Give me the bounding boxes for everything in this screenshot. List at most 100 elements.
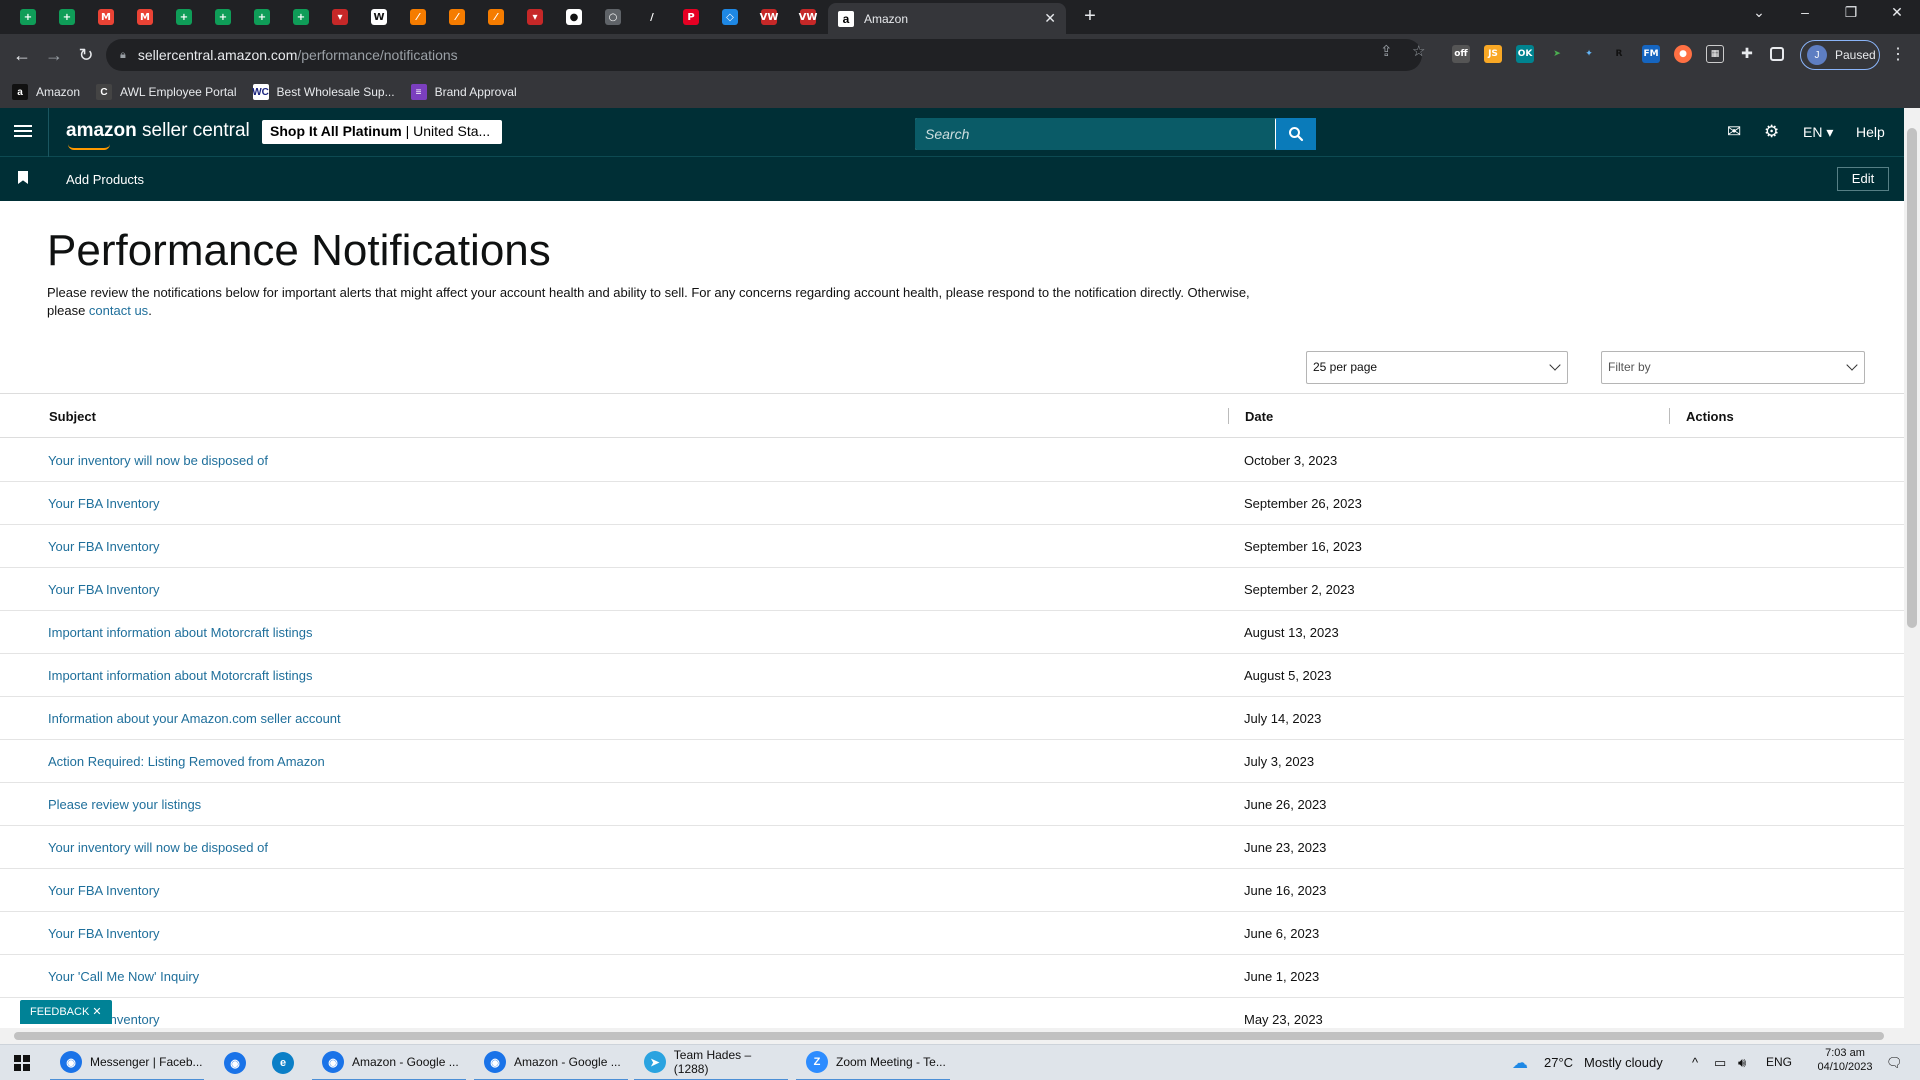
- start-button[interactable]: [14, 1055, 30, 1071]
- profile-button[interactable]: J Paused: [1800, 40, 1880, 70]
- reload-button[interactable]: ↻: [74, 44, 98, 66]
- pinned-tab[interactable]: +: [54, 5, 80, 29]
- extension-fm-icon[interactable]: FM: [1642, 45, 1660, 63]
- extension-star-icon[interactable]: ✦: [1580, 45, 1598, 63]
- taskbar-app[interactable]: e: [262, 1045, 302, 1080]
- pinned-tab[interactable]: ⁄: [483, 5, 509, 29]
- clock[interactable]: 7:03 am 04/10/2023: [1810, 1047, 1880, 1073]
- add-products-link[interactable]: Add Products: [66, 172, 144, 187]
- side-panel-icon[interactable]: [1770, 47, 1784, 61]
- weather-icon[interactable]: ☁: [1512, 1053, 1528, 1073]
- back-button[interactable]: ←: [10, 44, 34, 66]
- contact-us-link[interactable]: contact us: [89, 303, 148, 318]
- edit-button[interactable]: Edit: [1837, 167, 1889, 191]
- pinned-tab[interactable]: ▾: [522, 5, 548, 29]
- notification-subject-link[interactable]: Your FBA Inventory: [48, 496, 160, 511]
- address-bar[interactable]: 🔒︎ sellercentral.amazon.com /performance…: [106, 39, 1422, 71]
- notification-subject-link[interactable]: Your 'Call Me Now' Inquiry: [48, 969, 199, 984]
- bookmark-item[interactable]: a Amazon: [12, 84, 80, 100]
- bookmark-item[interactable]: WC Best Wholesale Sup...: [252, 84, 395, 100]
- scrollbar-thumb[interactable]: [1907, 128, 1917, 628]
- chrome-menu-icon[interactable]: ⋮: [1890, 44, 1906, 64]
- forward-button[interactable]: →: [42, 44, 66, 66]
- hamburger-menu-icon[interactable]: [14, 122, 32, 142]
- network-icon[interactable]: ▭: [1714, 1055, 1726, 1071]
- notification-subject-link[interactable]: Your FBA Inventory: [48, 926, 160, 941]
- notification-subject-link[interactable]: Your FBA Inventory: [48, 883, 160, 898]
- tray-chevron-icon[interactable]: ^: [1692, 1055, 1698, 1070]
- bookmark-star-icon[interactable]: ☆: [1412, 42, 1425, 60]
- seller-central-logo[interactable]: amazon seller central: [66, 120, 250, 142]
- taskbar-app[interactable]: ◉: [214, 1045, 254, 1080]
- bookmark-item[interactable]: ≡ Brand Approval: [410, 84, 517, 100]
- minimize-button[interactable]: –: [1790, 4, 1820, 20]
- volume-icon[interactable]: 🔊︎: [1738, 1055, 1746, 1071]
- bookmark-icon[interactable]: [18, 171, 28, 184]
- pinned-tab[interactable]: ▾: [327, 5, 353, 29]
- pinned-tab[interactable]: P: [678, 5, 704, 29]
- restore-button[interactable]: ❐: [1836, 4, 1866, 21]
- notification-icon[interactable]: 🗨︎: [1886, 1055, 1903, 1071]
- pinned-tab[interactable]: ⁄: [405, 5, 431, 29]
- extension-r-icon[interactable]: R: [1610, 45, 1628, 63]
- bookmark-item[interactable]: C AWL Employee Portal: [96, 84, 237, 100]
- extensions-puzzle-icon[interactable]: ✚: [1738, 45, 1756, 63]
- language-selector[interactable]: EN ▾: [1803, 124, 1833, 141]
- extension-arrow-icon[interactable]: ➤: [1548, 45, 1566, 63]
- input-language[interactable]: ENG: [1766, 1055, 1792, 1069]
- pinned-tab[interactable]: VW: [795, 5, 821, 29]
- gear-icon[interactable]: ⚙: [1764, 122, 1779, 142]
- pinned-tab[interactable]: /: [639, 5, 665, 29]
- search-input[interactable]: [915, 118, 1275, 150]
- notification-subject-link[interactable]: Action Required: Listing Removed from Am…: [48, 754, 325, 769]
- extension-js-icon[interactable]: JS: [1484, 45, 1502, 63]
- per-page-dropdown[interactable]: 25 per page: [1306, 351, 1568, 384]
- share-icon[interactable]: ⇪: [1380, 42, 1393, 60]
- pinned-tab[interactable]: M: [93, 5, 119, 29]
- notification-subject-link[interactable]: Please review your listings: [48, 797, 201, 812]
- close-window-button[interactable]: ✕: [1882, 4, 1912, 21]
- column-subject[interactable]: Subject: [49, 409, 96, 424]
- taskbar-app[interactable]: ◉ Messenger | Faceb...: [50, 1045, 204, 1080]
- lock-icon[interactable]: 🔒︎: [120, 49, 126, 62]
- pinned-tab[interactable]: M: [132, 5, 158, 29]
- pinned-tab[interactable]: +: [249, 5, 275, 29]
- pinned-tab[interactable]: +: [171, 5, 197, 29]
- mail-icon[interactable]: ✉: [1727, 122, 1741, 142]
- taskbar-app[interactable]: ◉ Amazon - Google ...: [312, 1045, 466, 1080]
- weather-temp[interactable]: 27°C: [1544, 1055, 1573, 1070]
- pinned-tab[interactable]: ●: [561, 5, 587, 29]
- notification-subject-link[interactable]: Your FBA Inventory: [48, 582, 160, 597]
- pinned-tab[interactable]: +: [15, 5, 41, 29]
- store-selector[interactable]: Shop It All Platinum | United Sta...: [262, 120, 502, 144]
- pinned-tab[interactable]: VW: [756, 5, 782, 29]
- horizontal-scrollbar-thumb[interactable]: [14, 1032, 1884, 1040]
- pinned-tab[interactable]: ⁄: [444, 5, 470, 29]
- feedback-button[interactable]: FEEDBACK ✕: [20, 1000, 112, 1024]
- extension-ok-icon[interactable]: OK: [1516, 45, 1534, 63]
- notification-subject-link[interactable]: Important information about Motorcraft l…: [48, 625, 312, 640]
- taskbar-app[interactable]: ➤ Team Hades – (1288): [634, 1045, 788, 1080]
- pinned-tab[interactable]: +: [210, 5, 236, 29]
- new-tab-button[interactable]: +: [1078, 5, 1102, 28]
- pinned-tab[interactable]: ◇: [717, 5, 743, 29]
- search-button[interactable]: [1276, 118, 1316, 150]
- notification-subject-link[interactable]: Your FBA Inventory: [48, 539, 160, 554]
- close-tab-icon[interactable]: ✕: [1044, 10, 1056, 27]
- notification-subject-link[interactable]: Your inventory will now be disposed of: [48, 840, 268, 855]
- notification-subject-link[interactable]: Your inventory will now be disposed of: [48, 453, 268, 468]
- filter-by-dropdown[interactable]: Filter by: [1601, 351, 1865, 384]
- notification-subject-link[interactable]: Important information about Motorcraft l…: [48, 668, 312, 683]
- extension-circle-icon[interactable]: ●: [1674, 45, 1692, 63]
- weather-desc[interactable]: Mostly cloudy: [1584, 1055, 1663, 1070]
- column-date[interactable]: Date: [1245, 409, 1273, 424]
- horizontal-scrollbar[interactable]: [0, 1028, 1920, 1044]
- vertical-scrollbar[interactable]: [1904, 108, 1920, 1028]
- help-link[interactable]: Help: [1856, 124, 1885, 140]
- pinned-tab[interactable]: W: [366, 5, 392, 29]
- taskbar-app[interactable]: Z Zoom Meeting - Te...: [796, 1045, 950, 1080]
- extension-off-icon[interactable]: off: [1452, 45, 1470, 63]
- notification-subject-link[interactable]: Information about your Amazon.com seller…: [48, 711, 341, 726]
- tab-search-icon[interactable]: ⌄: [1744, 4, 1774, 21]
- pinned-tab[interactable]: +: [288, 5, 314, 29]
